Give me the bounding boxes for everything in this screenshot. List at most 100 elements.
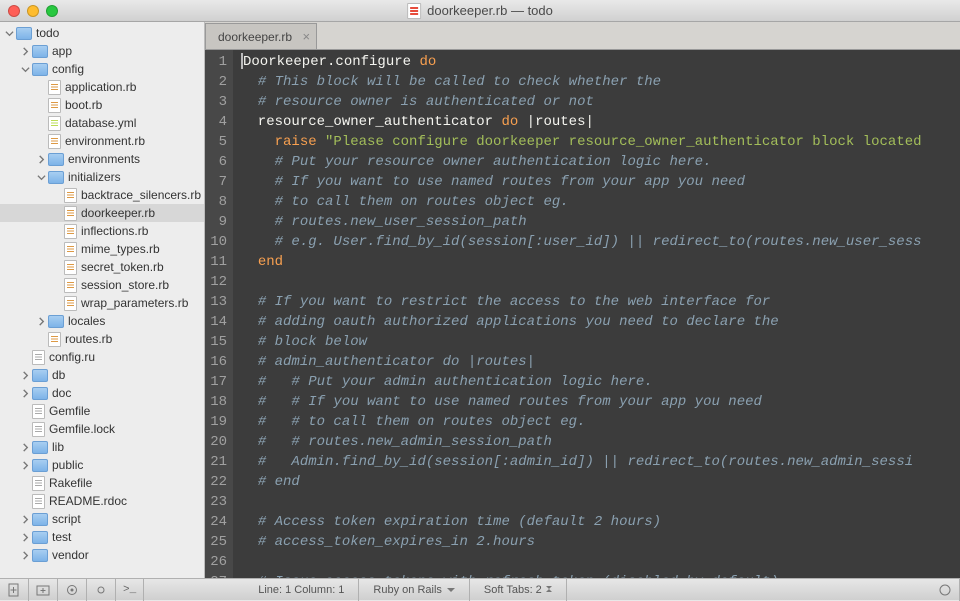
tree-item-label: mime_types.rb bbox=[81, 242, 160, 256]
tree-item-label: app bbox=[52, 44, 72, 58]
folder-icon bbox=[32, 549, 48, 562]
file-environment-rb[interactable]: environment.rb bbox=[0, 132, 204, 150]
folder-icon bbox=[32, 387, 48, 400]
tree-item-label: db bbox=[52, 368, 65, 382]
file-inflections-rb[interactable]: inflections.rb bbox=[0, 222, 204, 240]
file-doorkeeper-rb[interactable]: doorkeeper.rb bbox=[0, 204, 204, 222]
file-icon bbox=[48, 134, 61, 149]
new-folder-button[interactable] bbox=[29, 579, 58, 601]
expand-arrow-icon[interactable] bbox=[20, 550, 30, 560]
file-Gemfile-lock[interactable]: Gemfile.lock bbox=[0, 420, 204, 438]
folder-icon bbox=[48, 153, 64, 166]
expand-arrow-icon[interactable] bbox=[36, 154, 46, 164]
cursor-position: Line: 1 Column: 1 bbox=[244, 579, 359, 601]
soft-tabs-selector[interactable]: Soft Tabs: 2 bbox=[470, 579, 567, 601]
close-tab-icon[interactable]: × bbox=[302, 29, 310, 44]
folder-todo[interactable]: todo bbox=[0, 24, 204, 42]
expand-arrow-icon[interactable] bbox=[20, 442, 30, 452]
expand-arrow-icon[interactable] bbox=[20, 46, 30, 56]
tree-item-label: boot.rb bbox=[65, 98, 102, 112]
file-wrap_parameters-rb[interactable]: wrap_parameters.rb bbox=[0, 294, 204, 312]
target-button[interactable] bbox=[87, 579, 116, 601]
traffic-lights[interactable] bbox=[8, 5, 58, 17]
tab-doorkeeper[interactable]: × doorkeeper.rb bbox=[205, 23, 317, 49]
tree-item-label: config bbox=[52, 62, 84, 76]
file-tree-sidebar[interactable]: todo app config application.rb boot.rb databa… bbox=[0, 22, 205, 578]
file-icon bbox=[32, 476, 45, 491]
folder-public[interactable]: public bbox=[0, 456, 204, 474]
code-editor[interactable]: 1 2 3 4 5 6 7 8 9 10 11 12 13 14 15 16 1… bbox=[205, 50, 960, 578]
file-session_store-rb[interactable]: session_store.rb bbox=[0, 276, 204, 294]
file-README-rdoc[interactable]: README.rdoc bbox=[0, 492, 204, 510]
close-window-icon[interactable] bbox=[8, 5, 20, 17]
tree-item-label: locales bbox=[68, 314, 105, 328]
folder-test[interactable]: test bbox=[0, 528, 204, 546]
tree-item-label: vendor bbox=[52, 548, 89, 562]
file-config-ru[interactable]: config.ru bbox=[0, 348, 204, 366]
folder-icon bbox=[32, 63, 48, 76]
expand-arrow-icon[interactable] bbox=[20, 388, 30, 398]
file-mime_types-rb[interactable]: mime_types.rb bbox=[0, 240, 204, 258]
folder-icon bbox=[32, 531, 48, 544]
folder-db[interactable]: db bbox=[0, 366, 204, 384]
tree-item-label: public bbox=[52, 458, 83, 472]
folder-config[interactable]: config bbox=[0, 60, 204, 78]
notifications-button[interactable] bbox=[931, 579, 960, 601]
tree-item-label: backtrace_silencers.rb bbox=[81, 188, 201, 202]
expand-arrow-icon[interactable] bbox=[4, 28, 14, 38]
tree-item-label: todo bbox=[36, 26, 59, 40]
folder-icon bbox=[16, 27, 32, 40]
folder-initializers[interactable]: initializers bbox=[0, 168, 204, 186]
tree-item-label: config.ru bbox=[49, 350, 95, 364]
file-icon bbox=[64, 188, 77, 203]
tree-item-label: environments bbox=[68, 152, 140, 166]
code-content[interactable]: Doorkeeper.configure do # This block wil… bbox=[233, 50, 960, 578]
file-icon bbox=[32, 422, 45, 437]
file-icon bbox=[32, 494, 45, 509]
tree-item-label: lib bbox=[52, 440, 64, 454]
expand-arrow-icon[interactable] bbox=[20, 532, 30, 542]
tree-item-label: initializers bbox=[68, 170, 121, 184]
syntax-selector[interactable]: Ruby on Rails bbox=[359, 579, 469, 601]
tree-item-label: Gemfile bbox=[49, 404, 90, 418]
tab-bar[interactable]: × doorkeeper.rb bbox=[205, 22, 960, 50]
expand-arrow-icon[interactable] bbox=[36, 172, 46, 182]
folder-script[interactable]: script bbox=[0, 510, 204, 528]
expand-arrow-icon[interactable] bbox=[20, 460, 30, 470]
file-application-rb[interactable]: application.rb bbox=[0, 78, 204, 96]
new-file-button[interactable] bbox=[0, 579, 29, 601]
tree-item-label: application.rb bbox=[65, 80, 136, 94]
expand-arrow-icon[interactable] bbox=[20, 370, 30, 380]
folder-doc[interactable]: doc bbox=[0, 384, 204, 402]
folder-lib[interactable]: lib bbox=[0, 438, 204, 456]
minimize-window-icon[interactable] bbox=[27, 5, 39, 17]
file-icon bbox=[64, 206, 77, 221]
settings-button[interactable] bbox=[58, 579, 87, 601]
tree-item-label: wrap_parameters.rb bbox=[81, 296, 188, 310]
expand-arrow-icon[interactable] bbox=[20, 64, 30, 74]
folder-environments[interactable]: environments bbox=[0, 150, 204, 168]
file-database-yml[interactable]: database.yml bbox=[0, 114, 204, 132]
tree-item-label: Rakefile bbox=[49, 476, 92, 490]
zoom-window-icon[interactable] bbox=[46, 5, 58, 17]
window-title-text: doorkeeper.rb — todo bbox=[427, 3, 553, 18]
folder-locales[interactable]: locales bbox=[0, 312, 204, 330]
file-Rakefile[interactable]: Rakefile bbox=[0, 474, 204, 492]
expand-arrow-icon[interactable] bbox=[36, 316, 46, 326]
file-secret_token-rb[interactable]: secret_token.rb bbox=[0, 258, 204, 276]
folder-icon bbox=[48, 171, 64, 184]
folder-vendor[interactable]: vendor bbox=[0, 546, 204, 564]
file-routes-rb[interactable]: routes.rb bbox=[0, 330, 204, 348]
folder-app[interactable]: app bbox=[0, 42, 204, 60]
folder-icon bbox=[32, 369, 48, 382]
tree-item-label: session_store.rb bbox=[81, 278, 169, 292]
tab-label: doorkeeper.rb bbox=[218, 30, 292, 44]
expand-arrow-icon[interactable] bbox=[20, 514, 30, 524]
terminal-button[interactable]: >_ bbox=[116, 579, 144, 601]
file-boot-rb[interactable]: boot.rb bbox=[0, 96, 204, 114]
file-backtrace_silencers-rb[interactable]: backtrace_silencers.rb bbox=[0, 186, 204, 204]
tree-item-label: inflections.rb bbox=[81, 224, 148, 238]
folder-icon bbox=[32, 513, 48, 526]
tree-item-label: environment.rb bbox=[65, 134, 145, 148]
file-Gemfile[interactable]: Gemfile bbox=[0, 402, 204, 420]
